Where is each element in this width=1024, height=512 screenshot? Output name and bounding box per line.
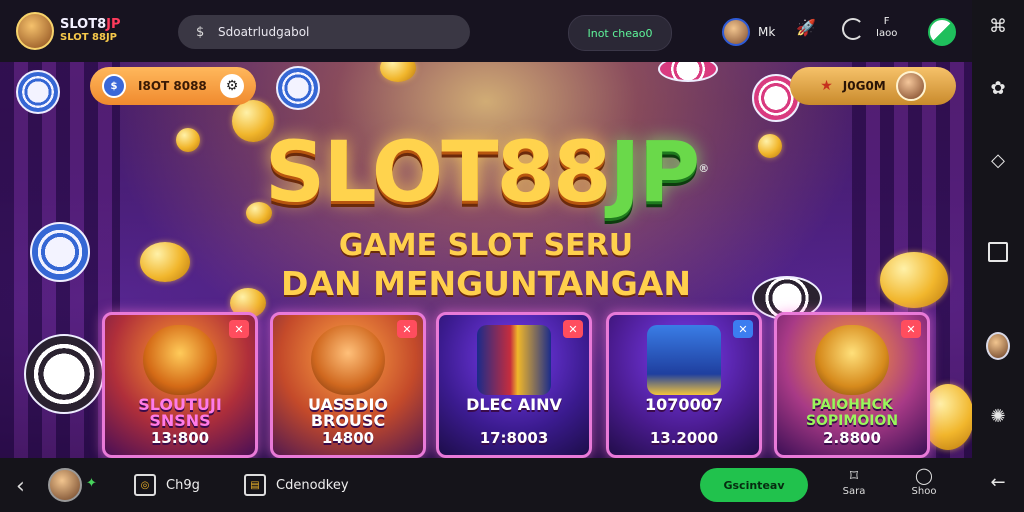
rocket-icon: 🚀 — [796, 18, 816, 37]
logo-line1: SLOT8 — [60, 17, 107, 32]
promo-button[interactable]: 🚀 — [796, 18, 816, 37]
bottom-item-2-label: Cdenodkey — [276, 477, 349, 493]
star-icon: ★ — [820, 78, 833, 94]
leaf-icon: ✦ — [86, 476, 97, 491]
game-amount: 13.2000 — [649, 429, 719, 447]
avatar — [986, 332, 1010, 360]
app-window: SLOT8JP SLOT 88JP $ Sdoatrludgabol Inot … — [0, 0, 1024, 512]
user-profile[interactable]: Mk — [722, 18, 775, 46]
hero-title-accent: JP — [609, 123, 700, 221]
game-art — [647, 325, 721, 395]
avatar[interactable] — [48, 468, 82, 502]
login-button[interactable]: Inot cheao0 — [568, 15, 672, 51]
bottom-nav-bookmark[interactable]: ⌑ Sara — [834, 466, 874, 497]
hero-title: SLOT88JP® — [0, 124, 972, 217]
coin-icon: $ — [102, 74, 126, 98]
close-icon[interactable]: ✕ — [563, 320, 583, 338]
game-card[interactable]: ✕ DLEC AINV 17:8003 — [436, 312, 592, 458]
chip-icon — [658, 62, 718, 82]
hero-subtitle-1: GAME SLOT SERU — [338, 228, 634, 263]
close-icon[interactable]: ✕ — [397, 320, 417, 338]
game-art — [477, 325, 551, 395]
region-button[interactable] — [928, 18, 956, 46]
logo-line2: SLOT 88JP — [60, 32, 117, 43]
avatar — [722, 18, 750, 46]
logo-text: SLOT8JP SLOT 88JP — [60, 18, 121, 44]
close-icon[interactable]: ✕ — [901, 320, 921, 338]
search-value: Sdoatrludgabol — [218, 25, 310, 39]
chat-icon: ◯ — [915, 466, 933, 485]
login-button-label: Inot cheao0 — [587, 26, 653, 40]
close-icon[interactable]: ✕ — [229, 320, 249, 338]
action-button-label: Gscinteav — [723, 478, 785, 492]
chip-icon — [276, 66, 320, 110]
top-bar: SLOT8JP SLOT 88JP $ Sdoatrludgabol Inot … — [0, 0, 972, 62]
gear-icon[interactable]: ⚙ — [220, 74, 244, 98]
balance-pill[interactable]: $ I8OT 8088 ⚙ — [90, 67, 256, 105]
close-icon[interactable]: ✕ — [733, 320, 753, 338]
document-icon: ▤ — [244, 474, 266, 496]
bottom-item-1[interactable]: ◎ Ch9g — [134, 474, 200, 496]
hero-title-main: SLOT88 — [264, 123, 612, 221]
top-item-3-label: Iaoo — [876, 28, 898, 39]
bottom-nav-chat[interactable]: ◯ Shoo — [904, 466, 944, 497]
bottom-item-1-label: Ch9g — [166, 477, 200, 493]
game-art — [143, 325, 217, 395]
coin-icon: ◎ — [134, 474, 156, 496]
jackpot-value: J0G0M — [842, 79, 886, 93]
grid-icon[interactable]: ⌘ — [986, 14, 1010, 38]
site-logo[interactable]: SLOT8JP SLOT 88JP — [16, 12, 121, 50]
logo-line1-accent: JP — [106, 17, 121, 32]
game-name: UASSDIO BROUSC — [307, 395, 389, 430]
game-card[interactable]: ✕ UASSDIO BROUSC 14800 — [270, 312, 426, 458]
action-button[interactable]: Gscinteav — [700, 468, 808, 502]
top-item-3[interactable]: F Iaoo — [876, 16, 897, 40]
game-name: 1070007 — [645, 395, 723, 414]
game-name: PAIOHHCK SOPIMOION — [805, 397, 899, 429]
bottom-bar: ‹ ✦ ◎ Ch9g ▤ Cdenodkey Gscinteav ⌑ Sara … — [0, 458, 972, 512]
hero-banner: $ I8OT 8088 ⚙ ★ J0G0M SLOT88JP® GAME SLO… — [0, 62, 972, 458]
rail-avatar[interactable] — [986, 332, 1010, 360]
search-input[interactable]: $ Sdoatrludgabol — [178, 15, 470, 49]
swirl-icon — [842, 18, 864, 40]
game-art — [815, 325, 889, 395]
game-card[interactable]: ✕ 1070007 13.2000 — [606, 312, 762, 458]
game-amount: 14800 — [321, 429, 375, 447]
bottom-nav-bookmark-label: Sara — [842, 486, 866, 497]
dollar-icon: $ — [196, 24, 205, 40]
game-name: DLEC AINV — [466, 395, 562, 414]
back-arrow-icon[interactable]: ← — [986, 470, 1010, 494]
logo-mascot-icon — [16, 12, 54, 50]
game-amount: 2.8800 — [823, 429, 881, 447]
hero-subtitle-2: DAN MENGUNTANGAN — [281, 264, 691, 303]
avatar — [895, 71, 926, 101]
hero-title-mark: ® — [698, 162, 709, 175]
refresh-button[interactable] — [842, 18, 864, 40]
bottom-nav-chat-label: Shoo — [911, 486, 937, 497]
chip-icon — [16, 70, 60, 114]
user-label: Mk — [758, 25, 776, 39]
balance-value: I8OT 8088 — [138, 79, 207, 93]
square-icon[interactable] — [986, 240, 1010, 264]
chip-icon — [24, 334, 104, 414]
system-rail: ⌘ ✿ ◇ ✺ ← — [972, 0, 1024, 512]
game-art — [311, 325, 385, 395]
jackpot-pill[interactable]: ★ J0G0M — [790, 67, 956, 105]
settings-icon[interactable]: ✺ — [986, 404, 1010, 428]
puzzle-icon[interactable]: ✿ — [986, 76, 1010, 100]
shape-icon[interactable]: ◇ — [986, 148, 1010, 172]
game-card[interactable]: ✕ PAIOHHCK SOPIMOION 2.8800 — [774, 312, 930, 458]
game-amount: 17:8003 — [479, 429, 549, 447]
top-item-3-prefix: F — [883, 16, 890, 27]
bookmark-icon: ⌑ — [849, 466, 859, 485]
bottom-item-2[interactable]: ▤ Cdenodkey — [244, 474, 349, 496]
game-amount: 13:800 — [150, 429, 210, 447]
coin-icon — [380, 62, 416, 82]
game-card[interactable]: ✕ SLOUTUJI SNSNS 13:800 — [102, 312, 258, 458]
back-icon[interactable]: ‹ — [16, 474, 25, 499]
game-name: SLOUTUJI SNSNS — [138, 395, 222, 430]
flag-icon — [928, 18, 956, 46]
